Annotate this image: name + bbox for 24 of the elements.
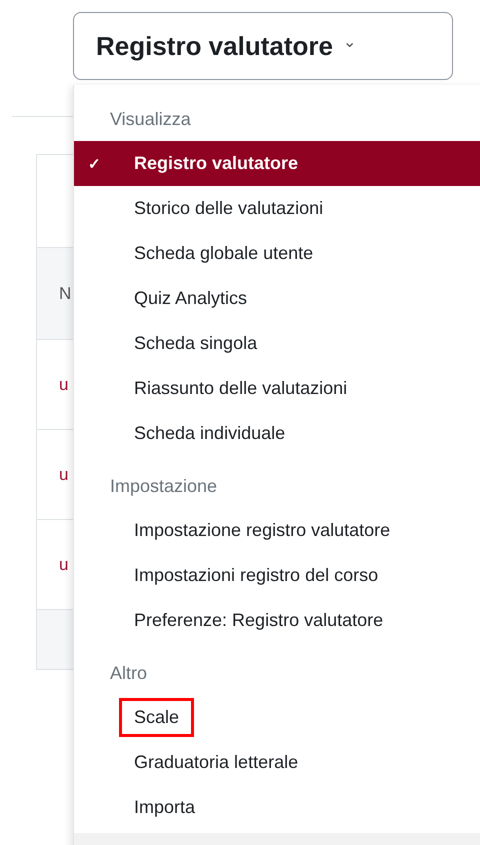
menu-item[interactable]: Impostazione registro valutatore bbox=[74, 508, 480, 553]
table-cell-link[interactable]: u bbox=[59, 464, 68, 484]
menu-item[interactable]: Quiz Analytics bbox=[74, 276, 480, 321]
check-icon: ✓ bbox=[88, 154, 101, 172]
menu-item[interactable]: Storico delle valutazioni bbox=[74, 186, 480, 231]
menu-section-heading: Impostazione bbox=[109, 474, 218, 498]
menu-item[interactable]: Impostazioni registro del corso bbox=[74, 553, 480, 598]
menu-item[interactable]: Scale bbox=[74, 695, 480, 740]
view-selector-dropdown[interactable]: Registro valutatore ⌄ bbox=[73, 12, 453, 80]
table-cell-link[interactable]: u bbox=[59, 374, 68, 394]
menu-item[interactable]: Riassunto delle valutazioni bbox=[74, 366, 480, 411]
menu-item[interactable]: Graduatoria letterale bbox=[74, 740, 480, 785]
menu-section-heading: Visualizza bbox=[109, 108, 192, 130]
table-cell-link[interactable]: u bbox=[59, 554, 68, 574]
menu-section-heading: Altro bbox=[109, 662, 148, 684]
menu-item[interactable]: Preferenze: Registro valutatore bbox=[74, 598, 480, 643]
menu-item[interactable]: ✓ Registro valutatore bbox=[74, 141, 480, 186]
column-header: N bbox=[59, 284, 72, 304]
menu-item[interactable]: Scheda individuale bbox=[74, 411, 480, 456]
caret-icon: ⌄ bbox=[342, 32, 356, 52]
highlight-frame: Scale bbox=[122, 701, 192, 734]
menu-item[interactable]: Scheda globale utente bbox=[74, 231, 480, 276]
menu-item[interactable]: Importa bbox=[74, 785, 480, 830]
menu-item[interactable]: Scheda singola bbox=[74, 321, 480, 366]
